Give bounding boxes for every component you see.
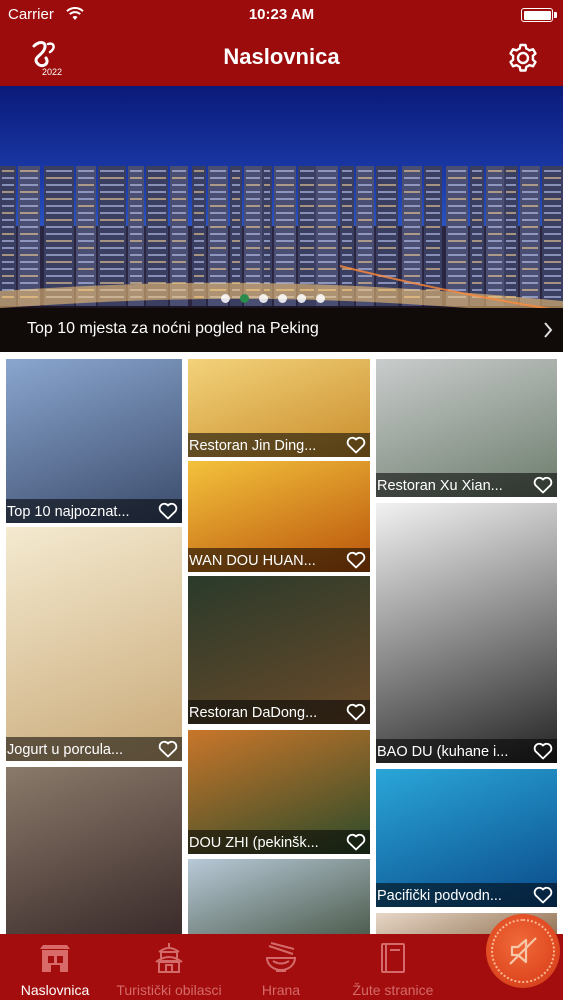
tile-label: WAN DOU HUAN... [189, 553, 316, 569]
tab-label: Žute stranice [352, 982, 434, 998]
attraction-tile[interactable]: Jogurt u porcula... [6, 527, 182, 761]
audio-guide-button[interactable] [486, 914, 560, 988]
heart-icon[interactable] [158, 740, 178, 758]
bowl-chopsticks-icon [265, 942, 297, 972]
yogurt-jar-image [6, 527, 182, 761]
tile-label: Pacifički podvodn... [377, 888, 502, 904]
tab-hrana[interactable]: Hrana [228, 934, 334, 1000]
carousel-dot[interactable] [259, 294, 268, 303]
tile-label: Restoran Xu Xian... [377, 478, 503, 494]
attraction-tile[interactable] [188, 859, 370, 934]
gear-icon[interactable] [507, 42, 539, 74]
attraction-tile[interactable]: Restoran DaDong... [188, 576, 370, 724]
heart-icon[interactable] [158, 502, 178, 520]
beihai-park-image [188, 859, 370, 934]
battery-icon [521, 8, 557, 22]
nav-bar: 2022 Naslovnica [0, 30, 563, 86]
heart-icon[interactable] [346, 833, 366, 851]
carousel-dot[interactable] [316, 294, 325, 303]
tab-bar: Naslovnica Turistički obilasci Hrana Žut… [0, 934, 563, 1000]
hero-caption-bar[interactable]: Top 10 mjesta za noćni pogled na Peking [0, 308, 563, 352]
hero-carousel[interactable]: Top 10 mjesta za noćni pogled na Peking [0, 86, 563, 352]
tile-label: Top 10 najpoznat... [7, 504, 130, 520]
tile-label: Restoran DaDong... [189, 705, 318, 721]
carousel-page-dots[interactable] [221, 294, 325, 306]
heart-icon[interactable] [346, 551, 366, 569]
heart-icon[interactable] [346, 436, 366, 454]
tab-turisticki-obilasci[interactable]: Turistički obilasci [110, 934, 228, 1000]
tile-label: Jogurt u porcula... [7, 742, 124, 758]
page-title: Naslovnica [223, 44, 340, 69]
book-icon [381, 943, 405, 973]
temple-icon [155, 943, 183, 973]
heart-icon[interactable] [533, 476, 553, 494]
attraction-grid: Top 10 najpoznat... Restoran Jin Ding... R… [0, 352, 563, 934]
home-gate-icon [40, 945, 70, 972]
attraction-tile[interactable] [6, 767, 182, 934]
tile-label: DOU ZHI (pekinšk... [189, 835, 319, 851]
attraction-tile[interactable]: DOU ZHI (pekinšk... [188, 730, 370, 854]
tab-label: Turistički obilasci [116, 982, 222, 998]
carousel-dot[interactable] [278, 294, 287, 303]
attraction-tile[interactable]: Pacifički podvodn... [376, 769, 557, 907]
attraction-tile[interactable]: Top 10 najpoznat... [6, 359, 182, 523]
chevron-right-icon[interactable] [543, 321, 553, 339]
attraction-tile[interactable]: BAO DU (kuhane i... [376, 503, 557, 763]
tab-naslovnica[interactable]: Naslovnica [0, 934, 110, 1000]
heart-icon[interactable] [533, 886, 553, 904]
tab-label: Naslovnica [20, 982, 90, 998]
carousel-dot[interactable] [240, 294, 249, 303]
tile-label: Restoran Jin Ding... [189, 438, 317, 454]
tripe-dish-image [376, 503, 557, 763]
carousel-dot[interactable] [297, 294, 306, 303]
tab-zute-stranice[interactable]: Žute stranice [334, 934, 452, 1000]
clock: 10:23 AM [248, 6, 315, 23]
heart-icon[interactable] [346, 703, 366, 721]
attraction-tile[interactable]: WAN DOU HUAN... [188, 461, 370, 572]
attraction-tile[interactable]: Restoran Jin Ding... [188, 359, 370, 457]
tile-label: BAO DU (kuhane i... [377, 744, 509, 760]
attraction-tile[interactable]: Restoran Xu Xian... [376, 359, 557, 497]
hero-caption: Top 10 mjesta za noćni pogled na Peking [27, 320, 319, 337]
speaker-muted-icon [509, 937, 537, 965]
tab-label: Hrana [261, 982, 301, 998]
hutong-dolls-image [6, 767, 182, 934]
heart-icon[interactable] [533, 742, 553, 760]
status-bar: Carrier 10:23 AM [0, 0, 563, 30]
carousel-dot[interactable] [221, 294, 230, 303]
